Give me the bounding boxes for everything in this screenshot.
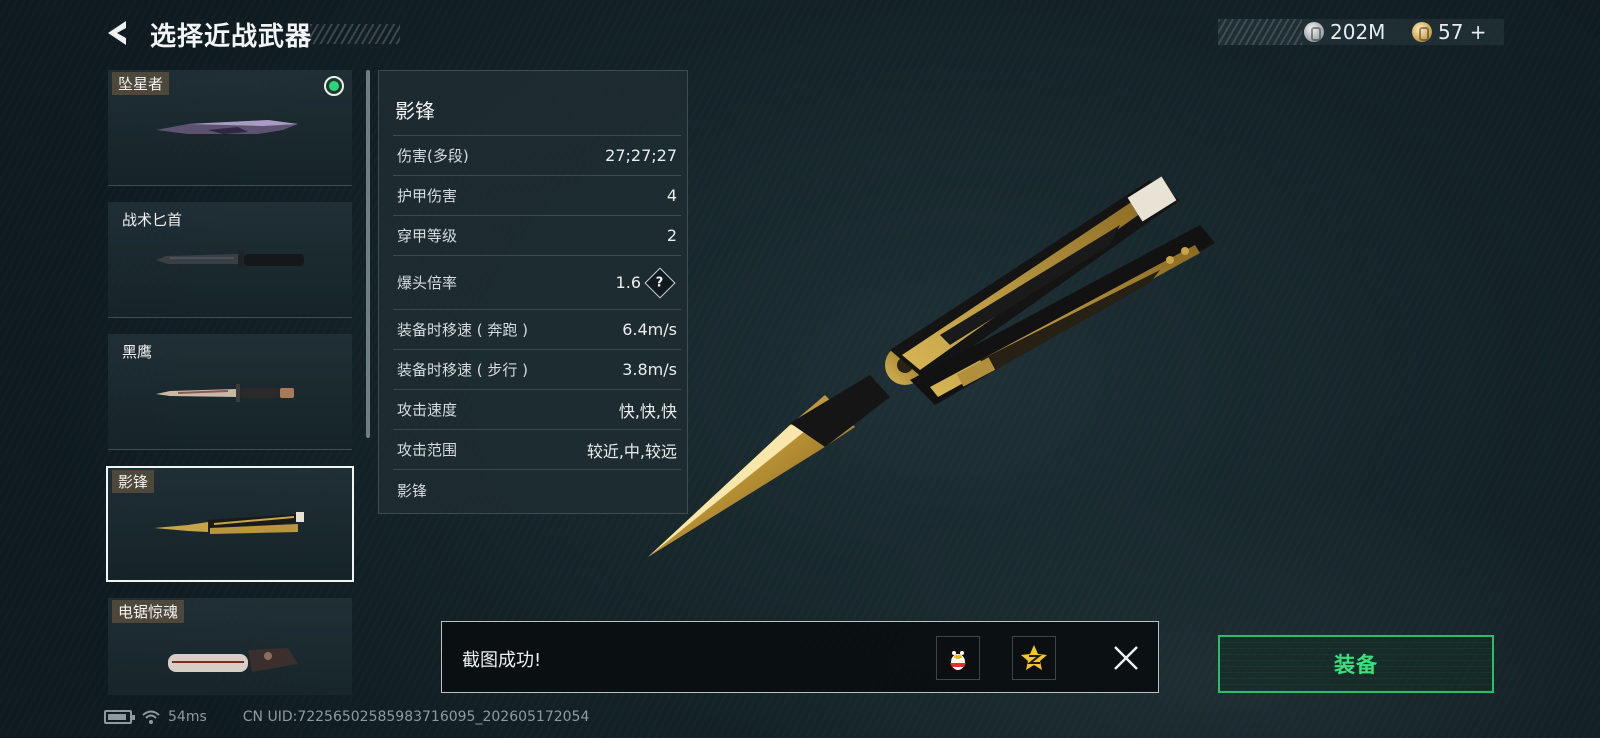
- title-decoration: [310, 24, 400, 44]
- silver-coin-icon: [1304, 22, 1324, 42]
- stat-value: 1.6: [615, 273, 641, 292]
- weapon-card-label: 影锋: [112, 470, 155, 493]
- stat-row-attack-speed: 攻击速度 快,快,快: [393, 389, 681, 429]
- screenshot-toast: 截图成功!: [441, 621, 1159, 693]
- equipped-indicator-icon: [324, 76, 344, 96]
- weapon-card-shadow-edge[interactable]: 影锋: [106, 466, 354, 582]
- stat-row-penetration: 穿甲等级 2: [393, 215, 681, 255]
- weapon-card-starfall[interactable]: 坠星者: [108, 70, 352, 186]
- currency-bar: 202M 57 +: [1218, 19, 1504, 45]
- weapon-card-label: 电锯惊魂: [112, 600, 185, 623]
- stat-row-walk-speed: 装备时移速 ( 步行 ) 3.8m/s: [393, 349, 681, 389]
- weapon-preview-image[interactable]: [640, 165, 1240, 565]
- status-bar: 54ms CN UID:72256502585983716095_2026051…: [104, 707, 589, 727]
- stat-label: 装备时移速 ( 奔跑 ): [397, 321, 529, 339]
- stat-label: 伤害(多段): [397, 147, 469, 165]
- stat-row-armor-damage: 护甲伤害 4: [393, 175, 681, 215]
- knife-thumbnail-starfall: [156, 120, 298, 134]
- network-latency: 54ms: [168, 709, 207, 725]
- equip-button[interactable]: 装备: [1218, 635, 1494, 693]
- silver-currency-value: 202M: [1330, 20, 1386, 44]
- stats-footer: 影锋: [393, 469, 681, 511]
- qzone-star-icon: [1021, 645, 1047, 670]
- knife-thumbnail-chainsaw: [168, 648, 298, 672]
- battery-icon: [104, 710, 135, 724]
- knife-thumbnail-shadow-edge: [154, 512, 304, 534]
- stat-row-attack-range: 攻击范围 较近,中,较远: [393, 429, 681, 469]
- weapon-card-tactical-dagger[interactable]: 战术匕首: [108, 202, 352, 318]
- gold-coin-icon: [1412, 22, 1432, 42]
- weapon-card-label: 坠星者: [112, 72, 170, 95]
- weapon-card-label: 战术匕首: [122, 211, 183, 229]
- gold-currency-value: 57 +: [1438, 20, 1487, 44]
- toast-message: 截图成功!: [462, 650, 542, 671]
- weapon-card-black-hawk[interactable]: 黑鹰: [108, 334, 352, 450]
- stats-rows: 伤害(多段) 27;27;27 护甲伤害 4 穿甲等级 2 爆头倍率 1.6 ?…: [393, 135, 681, 511]
- stat-label: 穿甲等级: [397, 227, 458, 245]
- knife-thumbnail-blackhawk: [156, 384, 294, 402]
- stat-label: 攻击范围: [397, 441, 458, 459]
- weapon-list-scrollbar[interactable]: [366, 70, 370, 438]
- close-icon[interactable]: [1110, 642, 1142, 674]
- weapon-list[interactable]: 坠星者 战术匕首 黑鹰 影锋 电锯惊魂: [106, 70, 358, 695]
- back-arrow-icon[interactable]: [104, 18, 134, 48]
- qq-penguin-icon: [948, 647, 968, 671]
- equip-button-label: 装备: [1334, 653, 1378, 677]
- player-uid: CN UID:72256502585983716095_202605172054: [242, 709, 590, 725]
- stats-title: 影锋: [395, 99, 435, 123]
- stat-row-headshot: 爆头倍率 1.6 ?: [393, 255, 681, 309]
- wifi-icon: [142, 710, 160, 724]
- stat-label: 爆头倍率: [397, 274, 458, 292]
- silver-currency: 202M: [1304, 19, 1385, 45]
- currency-decoration: [1218, 19, 1302, 45]
- gold-currency[interactable]: 57 +: [1412, 19, 1487, 45]
- weapon-card-chainsaw[interactable]: 电锯惊魂: [108, 598, 352, 695]
- share-qzone-button[interactable]: [1012, 636, 1056, 680]
- share-qq-button[interactable]: [936, 636, 980, 680]
- stat-label: 装备时移速 ( 步行 ): [397, 361, 529, 379]
- weapon-card-label: 黑鹰: [122, 343, 153, 361]
- stat-label: 护甲伤害: [397, 187, 458, 205]
- knife-thumbnail-tactical: [156, 250, 304, 268]
- stat-row-damage: 伤害(多段) 27;27;27: [393, 135, 681, 175]
- stat-row-run-speed: 装备时移速 ( 奔跑 ) 6.4m/s: [393, 309, 681, 349]
- page-title: 选择近战武器: [150, 22, 313, 52]
- stat-value: 27;27;27: [605, 146, 677, 165]
- stat-label: 攻击速度: [397, 401, 458, 419]
